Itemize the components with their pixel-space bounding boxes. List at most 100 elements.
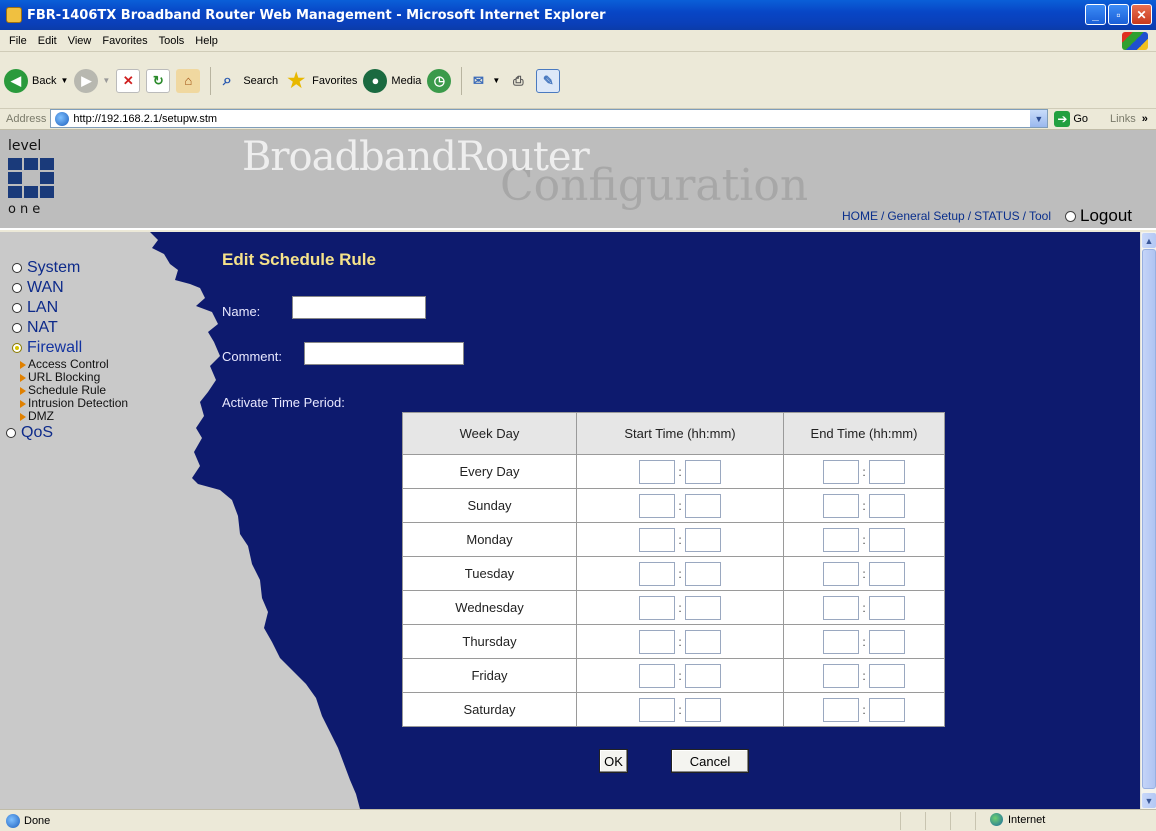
sidebar-item-firewall[interactable]: Firewall [12,338,212,358]
start-minute-input[interactable] [685,595,721,620]
end-hour-input[interactable] [823,561,859,586]
subitem-dmz[interactable]: DMZ [12,410,212,423]
start-minute-input[interactable] [685,527,721,552]
refresh-button[interactable]: ↻ [146,68,171,93]
search-icon: ⌕ [222,71,232,89]
print-button[interactable]: ⎙ [506,69,530,93]
comment-input[interactable] [304,342,464,365]
history-button[interactable]: ◷ [427,68,452,93]
week-day-cell: Monday [402,522,577,557]
end-hour-input[interactable] [823,493,859,518]
end-minute-input[interactable] [869,629,905,654]
menu-tools[interactable]: Tools [159,35,185,47]
menu-view[interactable]: View [68,35,92,47]
end-hour-input[interactable] [823,663,859,688]
sidebar-item-label: Firewall [27,339,83,356]
forward-button[interactable]: ▶ ▼ [74,68,110,93]
triangle-icon [20,399,26,408]
back-dropdown-icon[interactable]: ▼ [60,76,68,85]
address-dropdown-icon[interactable]: ▼ [1030,110,1048,127]
start-hour-input[interactable] [639,629,675,654]
time-separator: : [678,668,682,683]
search-button[interactable]: ⌕ Search [215,69,278,93]
time-separator: : [678,702,682,717]
nav-general-setup[interactable]: General Setup [887,209,964,223]
sidebar-item-nat[interactable]: NAT [12,318,212,338]
start-hour-input[interactable] [639,697,675,722]
ok-button[interactable]: OK [599,749,628,773]
menu-help[interactable]: Help [195,35,218,47]
end-hour-input[interactable] [823,697,859,722]
start-minute-input[interactable] [685,697,721,722]
minimize-button[interactable]: _ [1085,4,1106,25]
sidebar-item-lan[interactable]: LAN [12,298,212,318]
col-week-day: Week Day [402,412,577,455]
end-hour-input[interactable] [823,459,859,484]
end-minute-input[interactable] [869,459,905,484]
scroll-up-icon[interactable]: ▲ [1142,233,1156,248]
mail-button[interactable]: ✉ ▼ [466,69,500,93]
table-row: Tuesday:: [402,556,945,591]
start-minute-input[interactable] [685,459,721,484]
edit-button[interactable]: ✎ [536,68,561,93]
start-minute-input[interactable] [685,561,721,586]
form-title: Edit Schedule Rule [222,250,376,269]
sidebar-item-qos[interactable]: QoS [6,423,212,443]
start-minute-input[interactable] [685,493,721,518]
end-hour-input[interactable] [823,595,859,620]
go-button[interactable]: ➔ Go [1054,110,1088,127]
cancel-button[interactable]: Cancel [671,749,749,773]
start-minute-input[interactable] [685,629,721,654]
logout-link[interactable]: Logout [1055,206,1132,226]
mail-dropdown-icon[interactable]: ▼ [492,76,500,85]
triangle-icon [20,360,26,369]
nav-status[interactable]: STATUS [974,209,1020,223]
sidebar-item-wan[interactable]: WAN [12,278,212,298]
menu-favorites[interactable]: Favorites [102,35,147,47]
start-minute-input[interactable] [685,663,721,688]
nav-home[interactable]: HOME [842,209,878,223]
forward-dropdown-icon[interactable]: ▼ [102,76,110,85]
scroll-down-icon[interactable]: ▼ [1142,793,1156,808]
stop-button[interactable]: ✕ [116,68,141,93]
end-minute-input[interactable] [869,527,905,552]
end-minute-input[interactable] [869,493,905,518]
end-hour-input[interactable] [823,629,859,654]
browser-toolbar: ◀ Back ▼ ▶ ▼ ✕ ↻ ⌂ ⌕ Search ★ Favorites … [0,53,1156,109]
scroll-thumb[interactable] [1142,249,1156,789]
start-hour-input[interactable] [639,493,675,518]
start-time-cell: : [576,522,784,557]
menu-edit[interactable]: Edit [38,35,57,47]
stop-icon: ✕ [116,68,141,93]
end-minute-input[interactable] [869,697,905,722]
favorites-button[interactable]: ★ Favorites [284,69,357,93]
end-time-cell: : [783,658,945,693]
end-minute-input[interactable] [869,561,905,586]
home-button[interactable]: ⌂ [176,68,201,93]
subitem-label: DMZ [28,409,54,423]
end-minute-input[interactable] [869,663,905,688]
links-chevron-icon[interactable]: » [1142,113,1148,125]
close-button[interactable]: ✕ [1131,4,1152,25]
address-input[interactable]: http://192.168.2.1/setupw.stm ▼ [50,109,1049,128]
start-hour-input[interactable] [639,459,675,484]
start-hour-input[interactable] [639,663,675,688]
maximize-button[interactable]: ▫ [1108,4,1129,25]
nav-tool[interactable]: Tool [1029,209,1051,223]
links-button[interactable]: Links [1110,113,1136,125]
start-hour-input[interactable] [639,561,675,586]
vertical-scrollbar[interactable]: ▲ ▼ [1140,232,1156,809]
media-button[interactable]: ● Media [363,68,421,93]
start-hour-input[interactable] [639,595,675,620]
time-separator: : [862,634,866,649]
address-label: Address [6,112,47,125]
end-minute-input[interactable] [869,595,905,620]
end-hour-input[interactable] [823,527,859,552]
triangle-icon [20,412,26,421]
start-time-cell: : [576,454,784,489]
sidebar-item-system[interactable]: System [12,258,212,278]
name-input[interactable] [292,296,426,319]
menu-file[interactable]: File [9,35,27,47]
start-hour-input[interactable] [639,527,675,552]
back-button[interactable]: ◀ Back ▼ [4,68,68,93]
